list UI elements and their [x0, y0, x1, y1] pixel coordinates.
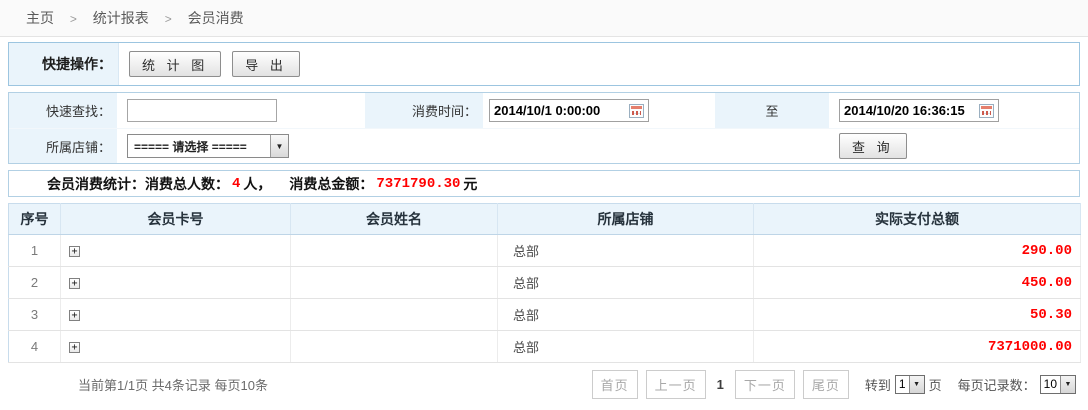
- store-label: 所属店铺：: [9, 129, 117, 163]
- row-name: [291, 267, 498, 299]
- breadcrumb-item-current[interactable]: 会员消费: [188, 10, 244, 26]
- breadcrumb: 主页 > 统计报表 > 会员消费: [0, 0, 1088, 37]
- first-page-button[interactable]: 首页: [592, 370, 638, 399]
- footer-bar: 当前第1/1页 共4条记录 每页10条 首页 上一页 1 下一页 尾页 转到 1…: [0, 363, 1088, 405]
- prev-page-button[interactable]: 上一页: [646, 370, 706, 399]
- row-store: 总部: [498, 331, 754, 363]
- expand-row-icon[interactable]: [69, 246, 80, 257]
- stats-bar: 会员消费统计：消费总人数： 4 人， 消费总金额： 7371790.30 元: [8, 170, 1080, 197]
- row-store: 总部: [498, 299, 754, 331]
- chevron-down-icon[interactable]: ▼: [270, 135, 288, 157]
- to-label: 至: [715, 93, 829, 128]
- header-store: 所属店铺: [498, 204, 754, 235]
- stats-prefix: 会员消费统计：消费总人数：: [47, 174, 229, 194]
- page-summary: 当前第1/1页 共4条记录 每页10条: [78, 375, 268, 394]
- row-card: [61, 331, 291, 363]
- search-row-2: 所属店铺： ===== 请选择 ===== ▼ 查 询: [9, 128, 1079, 163]
- expand-row-icon[interactable]: [69, 310, 80, 321]
- store-select-value: ===== 请选择 =====: [128, 135, 270, 157]
- quick-ops-panel: 快捷操作： 统 计 图 导 出: [8, 42, 1080, 86]
- row-card: [61, 299, 291, 331]
- row-name: [291, 299, 498, 331]
- row-amount: 450.00: [754, 267, 1081, 299]
- header-name: 会员姓名: [291, 204, 498, 235]
- last-page-button[interactable]: 尾页: [803, 370, 849, 399]
- pagination: 首页 上一页 1 下一页 尾页 转到 1 ▼ 页 每页记录数： 10 ▼: [592, 370, 1078, 399]
- date-to-value: 2014/10/20 16:36:15: [844, 103, 965, 118]
- calendar-icon[interactable]: [629, 104, 644, 118]
- quick-find-cell: [117, 93, 365, 128]
- row-seq: 1: [9, 235, 61, 267]
- goto-page-select[interactable]: 1 ▼: [895, 375, 925, 394]
- amount-unit: 元: [463, 174, 477, 194]
- goto-group: 转到 1 ▼ 页: [865, 375, 942, 394]
- goto-unit: 页: [929, 375, 942, 394]
- quick-ops-label: 快捷操作：: [9, 43, 119, 85]
- header-card: 会员卡号: [61, 204, 291, 235]
- calendar-icon[interactable]: [979, 104, 994, 118]
- table-row: 3 总部 50.30: [9, 299, 1081, 331]
- header-amount: 实际支付总额: [754, 204, 1081, 235]
- breadcrumb-item-reports[interactable]: 统计报表: [93, 10, 149, 26]
- search-panel: 快速查找： 消费时间： 2014/10/1 0:00:00 至 2014/10/…: [8, 92, 1080, 164]
- store-cell: ===== 请选择 ===== ▼: [117, 129, 365, 163]
- chart-button[interactable]: 统 计 图: [129, 51, 221, 77]
- chevron-down-icon[interactable]: ▼: [1060, 376, 1075, 393]
- consume-time-label: 消费时间：: [365, 93, 483, 128]
- table-row: 4 总部 7371000.00: [9, 331, 1081, 363]
- amount-label: 消费总金额：: [289, 174, 373, 194]
- row-name: [291, 235, 498, 267]
- row-store: 总部: [498, 267, 754, 299]
- date-to-input[interactable]: 2014/10/20 16:36:15: [839, 99, 999, 122]
- current-page-indicator: 1: [717, 377, 724, 392]
- expand-row-icon[interactable]: [69, 342, 80, 353]
- quick-find-input[interactable]: [127, 99, 277, 122]
- page-size-value: 10: [1041, 376, 1060, 393]
- row-seq: 4: [9, 331, 61, 363]
- expand-row-icon[interactable]: [69, 278, 80, 289]
- page-size-label: 每页记录数：: [958, 375, 1036, 394]
- date-from-cell: 2014/10/1 0:00:00: [483, 93, 715, 128]
- page-size-select[interactable]: 10 ▼: [1040, 375, 1076, 394]
- table-row: 2 总部 450.00: [9, 267, 1081, 299]
- quick-find-label: 快速查找：: [9, 93, 117, 128]
- table-row: 1 总部 290.00: [9, 235, 1081, 267]
- row-card: [61, 267, 291, 299]
- row-seq: 3: [9, 299, 61, 331]
- row-amount: 7371000.00: [754, 331, 1081, 363]
- breadcrumb-separator: >: [165, 12, 172, 26]
- date-from-input[interactable]: 2014/10/1 0:00:00: [489, 99, 649, 122]
- header-seq: 序号: [9, 204, 61, 235]
- results-table: 序号 会员卡号 会员姓名 所属店铺 实际支付总额 1 总部 290.00 2 总…: [8, 203, 1081, 363]
- row-seq: 2: [9, 267, 61, 299]
- row-amount: 50.30: [754, 299, 1081, 331]
- quick-ops-buttons: 统 计 图 导 出: [119, 43, 1079, 85]
- row-amount: 290.00: [754, 235, 1081, 267]
- search-row-1: 快速查找： 消费时间： 2014/10/1 0:00:00 至 2014/10/…: [9, 93, 1079, 128]
- query-button[interactable]: 查 询: [839, 133, 907, 159]
- goto-page-value: 1: [896, 376, 909, 393]
- total-amount-value: 7371790.30: [373, 176, 463, 192]
- row-name: [291, 331, 498, 363]
- total-people-value: 4: [229, 176, 243, 192]
- row-card: [61, 235, 291, 267]
- export-button[interactable]: 导 出: [232, 51, 300, 77]
- chevron-down-icon[interactable]: ▼: [909, 376, 924, 393]
- query-cell: 查 询: [829, 129, 1079, 163]
- row-store: 总部: [498, 235, 754, 267]
- people-unit: 人，: [243, 174, 271, 194]
- table-header-row: 序号 会员卡号 会员姓名 所属店铺 实际支付总额: [9, 204, 1081, 235]
- search-row-spacer: [365, 129, 829, 163]
- breadcrumb-separator: >: [70, 12, 77, 26]
- breadcrumb-item-home[interactable]: 主页: [26, 10, 54, 26]
- page-size-group: 每页记录数： 10 ▼: [958, 375, 1078, 394]
- date-to-cell: 2014/10/20 16:36:15: [829, 93, 1079, 128]
- goto-label: 转到: [865, 375, 891, 394]
- next-page-button[interactable]: 下一页: [735, 370, 795, 399]
- date-from-value: 2014/10/1 0:00:00: [494, 103, 600, 118]
- store-select[interactable]: ===== 请选择 ===== ▼: [127, 134, 289, 158]
